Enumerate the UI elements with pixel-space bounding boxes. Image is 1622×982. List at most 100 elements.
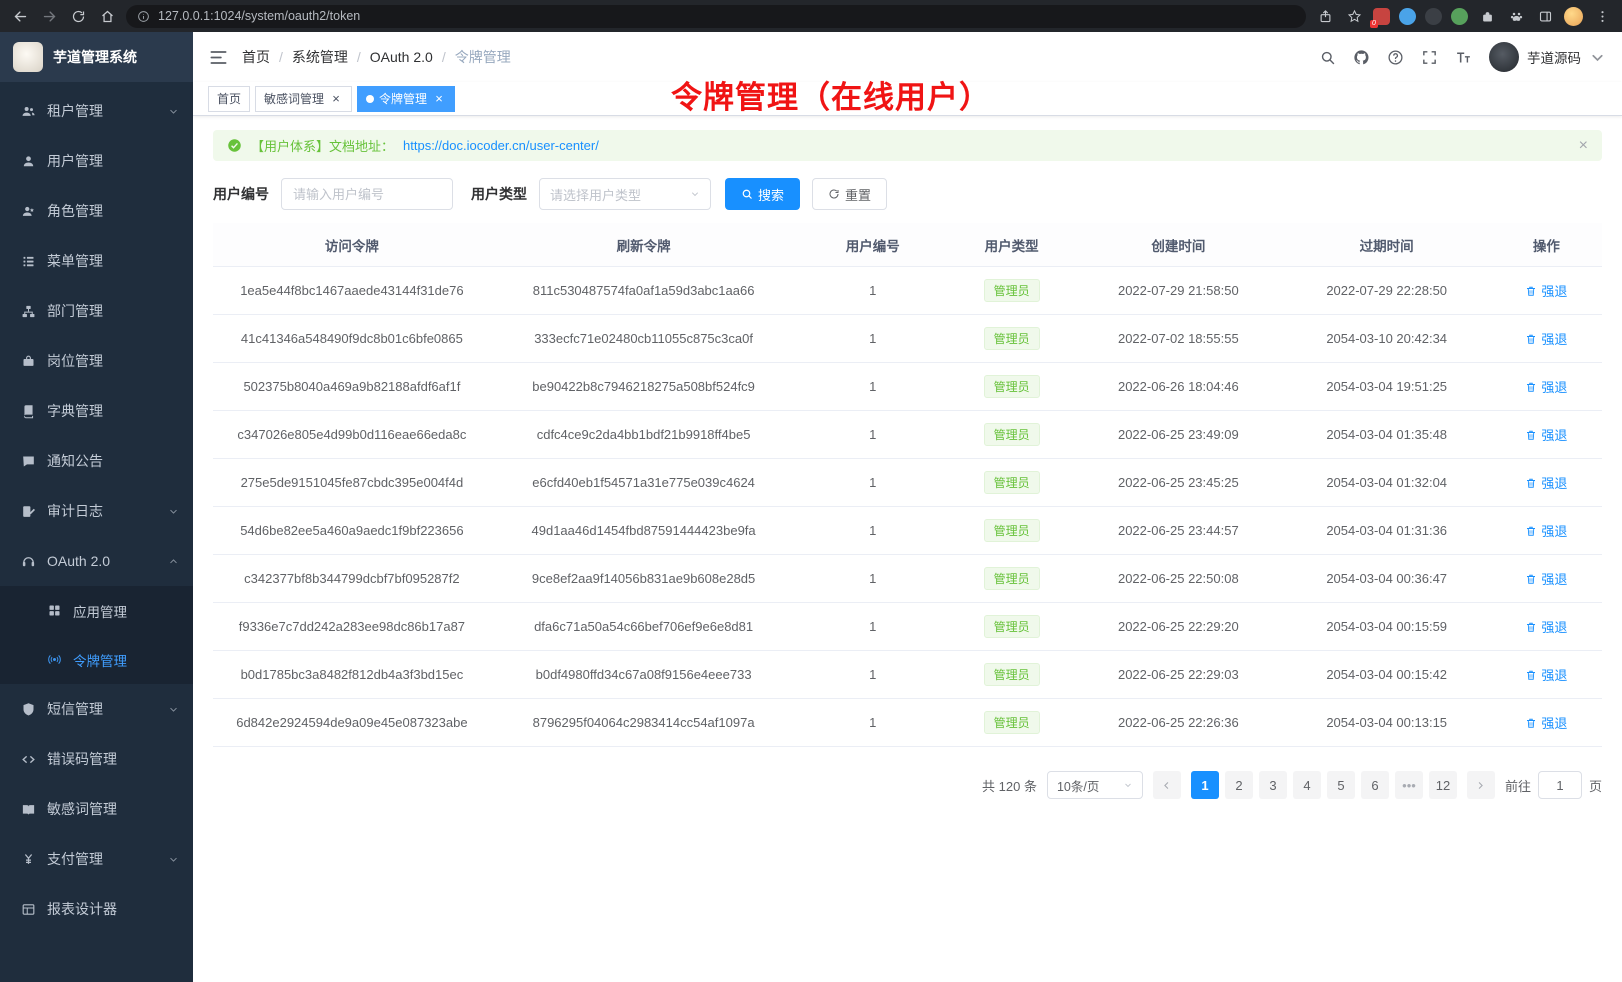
- search-button[interactable]: 搜索: [725, 178, 800, 210]
- oauth-icon: [21, 554, 36, 569]
- tab-label: 令牌管理: [379, 90, 427, 107]
- share-icon[interactable]: [1315, 6, 1335, 26]
- page-button-12[interactable]: 12: [1429, 771, 1457, 799]
- prev-page-button[interactable]: [1153, 771, 1181, 799]
- page-button-5[interactable]: 5: [1327, 771, 1355, 799]
- forward-icon[interactable]: [39, 6, 59, 26]
- sidebar-item-dept[interactable]: 部门管理: [0, 286, 193, 336]
- help-icon[interactable]: [1387, 49, 1404, 66]
- navbar-tools: 芋道源码: [1319, 42, 1606, 72]
- tab-oauth2-token[interactable]: 令牌管理 ×: [357, 86, 455, 112]
- sidebar-item-error-code[interactable]: 错误码管理: [0, 734, 193, 784]
- alert-doc-link[interactable]: https://doc.iocoder.cn/user-center/: [403, 138, 599, 153]
- paw-icon[interactable]: [1506, 6, 1526, 26]
- home-icon[interactable]: [97, 6, 117, 26]
- page-size-select[interactable]: 10条/页: [1047, 771, 1143, 799]
- breadcrumb-item[interactable]: OAuth 2.0: [370, 49, 433, 65]
- sidebar-item-user[interactable]: 用户管理: [0, 136, 193, 186]
- site-info-icon[interactable]: [137, 10, 150, 23]
- breadcrumb-item[interactable]: 首页: [242, 47, 270, 67]
- fullscreen-icon[interactable]: [1421, 49, 1438, 66]
- side-panel-icon[interactable]: [1535, 6, 1555, 26]
- table-row: 502375b8040a469a9b82188afdf6af1fbe90422b…: [213, 363, 1602, 411]
- tags-bar: 首页敏感词管理× 令牌管理 ×: [193, 82, 1622, 116]
- page-button-3[interactable]: 3: [1259, 771, 1287, 799]
- sidebar-item-pay[interactable]: 支付管理: [0, 834, 193, 884]
- force-logout-button[interactable]: 强退: [1525, 425, 1567, 444]
- force-logout-button[interactable]: 强退: [1525, 569, 1567, 588]
- created-time-cell: 2022-06-25 22:29:03: [1074, 667, 1282, 682]
- alert-close-icon[interactable]: ×: [1579, 137, 1588, 155]
- sidebar-item-role[interactable]: 角色管理: [0, 186, 193, 236]
- search-icon[interactable]: [1319, 49, 1336, 66]
- sidebar-item-oauth2-application[interactable]: 应用管理: [0, 586, 193, 635]
- user-menu[interactable]: 芋道源码: [1489, 42, 1606, 72]
- refresh-token-cell: dfa6c71a50a54c66bef706ef9e6e8d81: [491, 619, 797, 634]
- page-jump: 前往 页: [1505, 771, 1602, 799]
- expire-time-cell: 2054-03-04 00:15:59: [1283, 619, 1491, 634]
- user-type-badge: 管理员: [984, 711, 1040, 734]
- url-bar[interactable]: 127.0.0.1:1024/system/oauth2/token: [126, 5, 1306, 28]
- github-icon[interactable]: [1353, 49, 1370, 66]
- page-button-4[interactable]: 4: [1293, 771, 1321, 799]
- reset-button[interactable]: 重置: [812, 178, 887, 210]
- user-id-cell: 1: [796, 331, 949, 346]
- force-logout-button[interactable]: 强退: [1525, 617, 1567, 636]
- browser-menu-icon[interactable]: [1592, 6, 1612, 26]
- browser-profile-avatar[interactable]: [1564, 7, 1583, 26]
- sidebar-item-label: 错误码管理: [47, 749, 117, 769]
- access-token-cell: 502375b8040a469a9b82188afdf6af1f: [213, 379, 491, 394]
- pagination-pages: 123456•••12: [1191, 771, 1457, 799]
- sidebar-item-oauth2-token[interactable]: 令牌管理: [0, 635, 193, 684]
- page-ellipsis[interactable]: •••: [1395, 771, 1423, 799]
- page-button-6[interactable]: 6: [1361, 771, 1389, 799]
- sidebar-item-notice[interactable]: 通知公告: [0, 436, 193, 486]
- force-logout-button[interactable]: 强退: [1525, 713, 1567, 732]
- refresh-icon[interactable]: [68, 6, 88, 26]
- back-icon[interactable]: [10, 6, 30, 26]
- force-logout-button[interactable]: 强退: [1525, 377, 1567, 396]
- next-page-button[interactable]: [1467, 771, 1495, 799]
- force-logout-button[interactable]: 强退: [1525, 329, 1567, 348]
- sidebar-item-audit-log[interactable]: 审计日志: [0, 486, 193, 536]
- force-logout-button[interactable]: 强退: [1525, 473, 1567, 492]
- font-size-icon[interactable]: [1455, 49, 1472, 66]
- user-id-input[interactable]: [281, 178, 453, 210]
- user-id-cell: 1: [796, 475, 949, 490]
- extensions-puzzle-icon[interactable]: [1477, 6, 1497, 26]
- close-tab-icon[interactable]: ×: [329, 92, 343, 106]
- tab-sensitive-word[interactable]: 敏感词管理×: [255, 86, 352, 112]
- breadcrumb-item[interactable]: 系统管理: [292, 47, 348, 67]
- sidebar-item-sms[interactable]: 短信管理: [0, 684, 193, 734]
- page-button-2[interactable]: 2: [1225, 771, 1253, 799]
- sidebar-item-post[interactable]: 岗位管理: [0, 336, 193, 386]
- page-button-1[interactable]: 1: [1191, 771, 1219, 799]
- extension-green-icon[interactable]: [1451, 8, 1468, 25]
- close-tab-icon[interactable]: ×: [432, 92, 446, 106]
- sidebar-item-report-designer[interactable]: 报表设计器: [0, 884, 193, 934]
- page-jump-input[interactable]: [1538, 771, 1582, 799]
- extension-dark-icon[interactable]: [1425, 8, 1442, 25]
- force-logout-button[interactable]: 强退: [1525, 521, 1567, 540]
- sidebar-item-label: 通知公告: [47, 451, 103, 471]
- tab-home[interactable]: 首页: [208, 86, 250, 112]
- notice-icon: [21, 454, 36, 469]
- sidebar-item-oauth2[interactable]: OAuth 2.0: [0, 536, 193, 586]
- user-type-select[interactable]: 请选择用户类型: [539, 178, 711, 210]
- app-logo[interactable]: 芋道管理系统: [0, 32, 193, 82]
- sidebar-item-label: 角色管理: [47, 201, 103, 221]
- sidebar-item-sensitive-word[interactable]: 敏感词管理: [0, 784, 193, 834]
- force-logout-button[interactable]: 强退: [1525, 281, 1567, 300]
- expire-time-cell: 2022-07-29 22:28:50: [1283, 283, 1491, 298]
- force-logout-button[interactable]: 强退: [1525, 665, 1567, 684]
- hamburger-icon[interactable]: [209, 48, 228, 67]
- extension-blue-icon[interactable]: [1399, 8, 1416, 25]
- sidebar-item-tenant[interactable]: 租户管理: [0, 86, 193, 136]
- bookmark-star-icon[interactable]: [1344, 6, 1364, 26]
- access-token-cell: f9336e7c7dd242a283ee98dc86b17a87: [213, 619, 491, 634]
- table-row: c342377bf8b344799dcbf7bf095287f29ce8ef2a…: [213, 555, 1602, 603]
- chevron-down-icon: [1123, 780, 1133, 790]
- sidebar-item-menu[interactable]: 菜单管理: [0, 236, 193, 286]
- sidebar-item-dict[interactable]: 字典管理: [0, 386, 193, 436]
- extension-red-icon[interactable]: 0: [1373, 8, 1390, 25]
